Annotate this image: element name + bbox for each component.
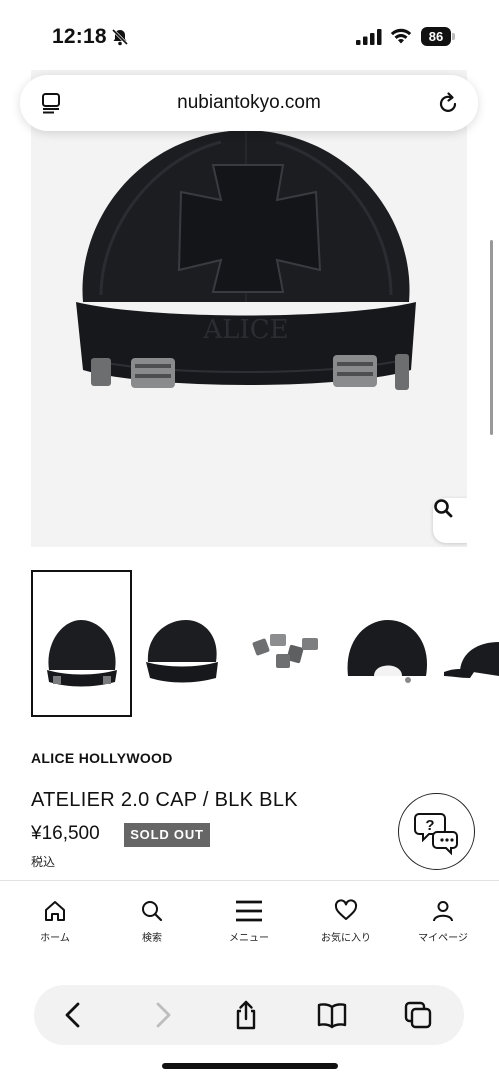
home-icon [45, 901, 65, 921]
product-name: ATELIER 2.0 CAP / BLK BLK [31, 789, 298, 811]
thumbnail-cap-back[interactable] [338, 570, 439, 717]
nav-mypage-label: マイページ [418, 933, 468, 944]
bottom-nav: ホーム 検索 メニュー お気に入り マイページ [0, 881, 499, 951]
user-icon [433, 901, 453, 922]
nav-home-label: ホーム [40, 933, 70, 944]
status-bar: 12:18 86 [0, 0, 499, 70]
battery-icon: 86 [421, 27, 455, 46]
battery-level: 86 [421, 27, 451, 46]
svg-text:?: ? [425, 817, 434, 834]
nav-home[interactable]: ホーム [10, 899, 100, 944]
nav-favorites[interactable]: お気に入り [301, 899, 391, 944]
tax-included-note: 税込 [31, 855, 56, 869]
thumbnail-strip [0, 570, 499, 718]
menu-icon [236, 900, 262, 922]
bell-slash-icon [111, 28, 129, 46]
thumbnail-metal-clips[interactable] [236, 570, 337, 717]
zoom-button[interactable] [433, 498, 467, 543]
thumbnail-cap-angle[interactable] [134, 570, 235, 717]
nav-favorites-label: お気に入り [321, 933, 371, 944]
nav-search[interactable]: 検索 [107, 899, 197, 944]
forward-icon[interactable] [146, 999, 178, 1031]
status-time: 12:18 [52, 25, 107, 48]
cap-photo: ALICE [76, 130, 416, 390]
magnifier-icon [434, 499, 453, 518]
sold-out-badge: SOLD OUT [124, 823, 210, 847]
product-image[interactable]: ALICE [31, 70, 467, 547]
cellular-signal-icon [356, 29, 382, 45]
back-icon[interactable] [58, 999, 90, 1031]
product-brand[interactable]: ALICE HOLLYWOOD [31, 750, 173, 766]
wifi-icon [390, 28, 412, 44]
bookmarks-icon[interactable] [316, 999, 348, 1031]
embossed-logo: ALICE [202, 315, 288, 345]
browser-toolbar [34, 985, 464, 1045]
nav-mypage[interactable]: マイページ [398, 899, 488, 944]
thumbnail-cap-front[interactable] [31, 570, 132, 717]
home-indicator[interactable] [162, 1063, 338, 1069]
product-price: ¥16,500 [31, 823, 100, 844]
thumbnail-cap-side[interactable] [440, 570, 499, 717]
scrollbar[interactable] [490, 240, 493, 435]
tabs-icon[interactable] [402, 999, 434, 1031]
url-text[interactable]: nubiantokyo.com [20, 92, 478, 114]
reload-icon[interactable] [436, 91, 460, 115]
nav-search-label: 検索 [142, 933, 162, 944]
search-icon [142, 901, 163, 922]
nav-menu[interactable]: メニュー [204, 899, 294, 944]
chat-help-icon: ? [414, 813, 458, 856]
address-bar[interactable]: nubiantokyo.com [20, 75, 478, 131]
heart-icon [334, 899, 358, 920]
share-icon[interactable] [230, 999, 262, 1031]
nav-menu-label: メニュー [229, 933, 269, 944]
chat-help-button[interactable]: ? [398, 793, 475, 870]
